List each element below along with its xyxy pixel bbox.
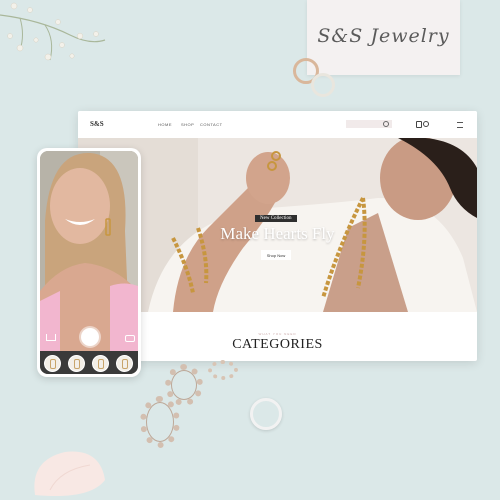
brand-card: S&S Jewelry bbox=[307, 0, 460, 75]
nav-link-contact[interactable]: CONTACT bbox=[200, 122, 223, 127]
earring-thumb-3[interactable] bbox=[92, 355, 109, 372]
flower-sprig-decoration bbox=[0, 2, 106, 61]
site-logo[interactable]: S&S bbox=[90, 120, 104, 128]
silver-band-decoration bbox=[250, 398, 282, 430]
earring-thumb-4[interactable] bbox=[116, 355, 133, 372]
nav-link-home[interactable]: HOME bbox=[158, 122, 172, 127]
search-icon[interactable] bbox=[383, 121, 389, 127]
earring-thumb-2[interactable] bbox=[68, 355, 85, 372]
rose-petal-decoration bbox=[34, 451, 105, 496]
virtual-try-on-screen bbox=[40, 151, 138, 374]
site-navbar: S&S HOME SHOP CONTACT bbox=[78, 111, 477, 138]
hamburger-menu-icon[interactable] bbox=[457, 122, 463, 128]
shopping-bag-icon[interactable] bbox=[416, 121, 422, 128]
camera-switch-icon[interactable] bbox=[125, 335, 135, 342]
cart-icon[interactable] bbox=[46, 334, 56, 341]
nav-link-shop[interactable]: SHOP bbox=[181, 122, 194, 127]
shutter-button[interactable] bbox=[81, 328, 99, 346]
silver-ring-decoration bbox=[311, 73, 335, 97]
brand-card-title: S&S Jewelry bbox=[317, 25, 450, 47]
phone-mockup bbox=[37, 148, 141, 377]
twisted-hoop-earring-decoration-2 bbox=[140, 396, 180, 448]
beaded-ring-decoration bbox=[208, 360, 238, 380]
shop-now-button[interactable]: Shop Now bbox=[261, 250, 291, 260]
marketing-scene: S&S Jewelry S&S HOME SHOP CONTACT New Co… bbox=[0, 0, 500, 500]
new-collection-badge: New Collection bbox=[255, 215, 297, 222]
account-icon[interactable] bbox=[423, 121, 429, 127]
search-input[interactable] bbox=[346, 120, 392, 128]
earring-thumb-1[interactable] bbox=[44, 355, 61, 372]
